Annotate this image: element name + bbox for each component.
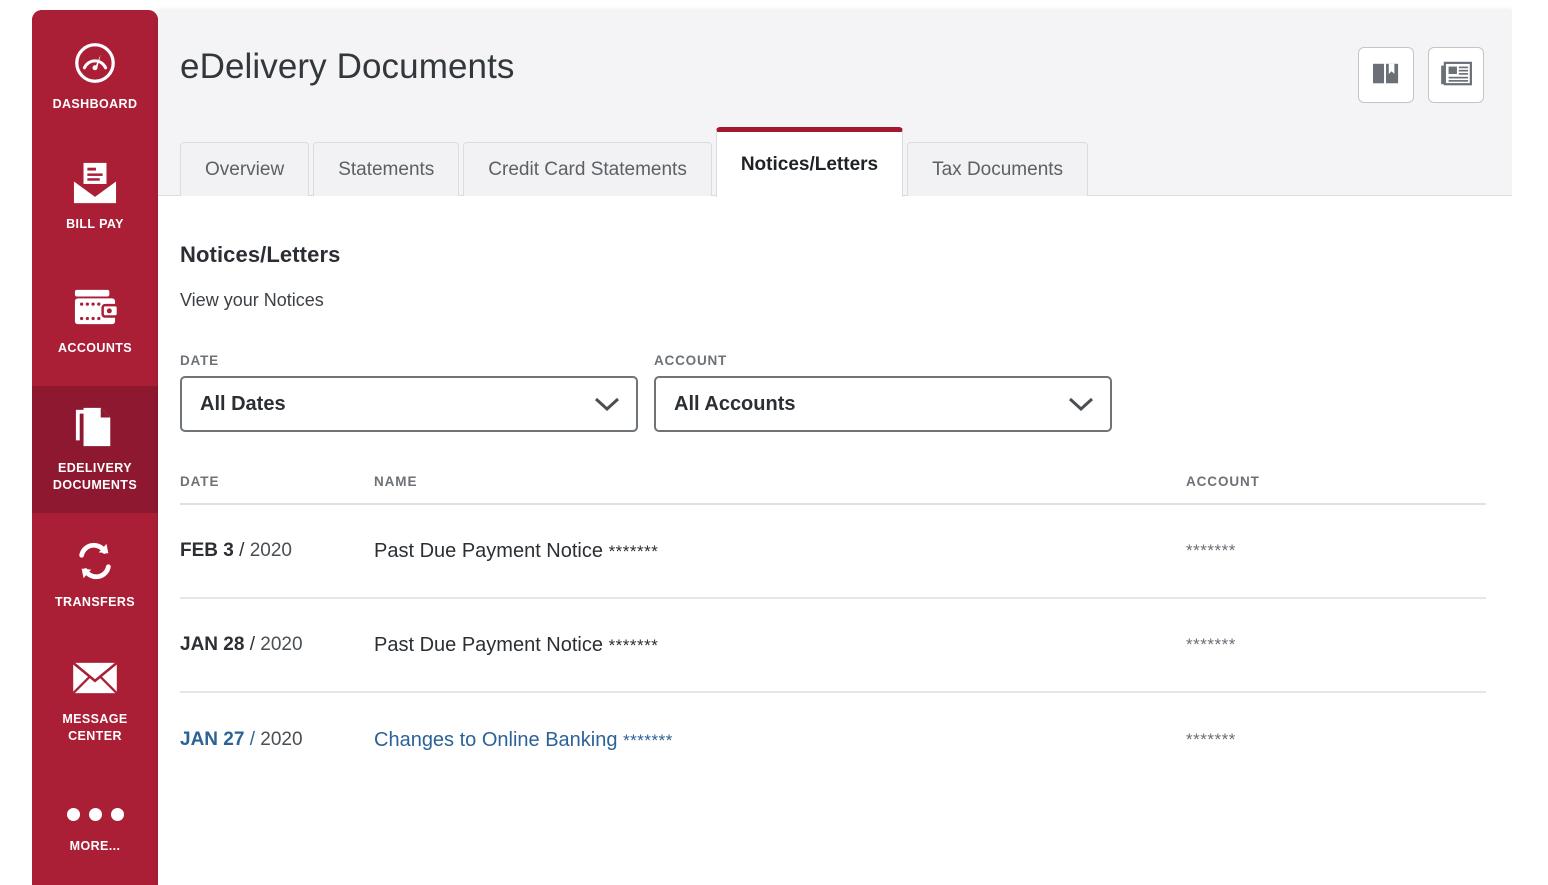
date-filter-value: All Dates xyxy=(200,392,286,415)
sidebar-item-bill-pay[interactable]: BILL PAY xyxy=(32,137,158,257)
content-body: Notices/Letters View your Notices DATE A… xyxy=(158,242,1512,885)
speedometer-icon xyxy=(72,40,118,86)
filter-bar: DATE All Dates ACCOUNT All Accounts xyxy=(180,353,1490,432)
bill-envelope-icon xyxy=(70,160,120,206)
sidebar-item-label: DASHBOARD xyxy=(52,97,138,111)
section-title: Notices/Letters xyxy=(180,242,341,267)
sidebar-item-label: EDELIVERY DOCUMENTS xyxy=(52,460,138,492)
sidebar-item-label: BILL PAY xyxy=(66,216,124,231)
row-name[interactable]: Past Due Payment Notice ******* xyxy=(374,634,1186,657)
row-date-year: 2020 xyxy=(260,634,303,655)
row-date-main: FEB 3 xyxy=(180,540,234,561)
page-title: eDelivery Documents xyxy=(180,47,515,86)
date-filter-select[interactable]: All Dates xyxy=(180,376,638,432)
sidebar-item-message-center[interactable]: MESSAGE CENTER xyxy=(32,638,158,763)
column-header-name: NAME xyxy=(374,474,418,489)
app-root: DASHBOARD BILL PAY ACCOUNTS EDELIVERY DO… xyxy=(0,0,1548,885)
tab-tax-documents[interactable]: Tax Documents xyxy=(907,142,1089,196)
column-header-account: ACCOUNT xyxy=(1186,474,1260,489)
documents-table: DATE NAME ACCOUNT FEB 3 / 2020 Past Due … xyxy=(180,474,1486,787)
transfer-arrows-icon xyxy=(72,538,118,584)
sidebar-item-label: MESSAGE CENTER xyxy=(62,711,128,743)
sidebar-item-label: MORE... xyxy=(69,838,121,853)
chevron-down-icon xyxy=(594,396,620,412)
sidebar-item-accounts[interactable]: ACCOUNTS xyxy=(32,257,158,386)
tab-overview[interactable]: Overview xyxy=(180,142,310,196)
row-date-main: JAN 28 xyxy=(180,634,245,655)
row-date[interactable]: JAN 27 / 2020 xyxy=(180,729,374,751)
row-date-sep: / xyxy=(233,540,250,561)
tab-notices-letters[interactable]: Notices/Letters xyxy=(715,127,904,197)
three-dots-icon xyxy=(66,792,124,838)
row-name-masked: ******* xyxy=(608,635,659,655)
primary-sidebar: DASHBOARD BILL PAY ACCOUNTS EDELIVERY DO… xyxy=(32,10,158,885)
bookmark-book-button[interactable] xyxy=(1358,47,1414,103)
date-filter-label: DATE xyxy=(180,353,219,368)
bookmark-book-icon xyxy=(1371,61,1401,90)
header-actions xyxy=(1358,47,1484,103)
row-name-text: Changes to Online Banking xyxy=(374,728,618,751)
sidebar-item-dashboard[interactable]: DASHBOARD xyxy=(32,10,158,137)
account-filter-value: All Accounts xyxy=(674,392,796,415)
sidebar-item-transfers[interactable]: TRANSFERS xyxy=(32,513,158,638)
sidebar-item-edelivery-documents[interactable]: EDELIVERY DOCUMENTS xyxy=(32,386,158,513)
section-subtitle: View your Notices xyxy=(180,290,324,310)
row-name[interactable]: Past Due Payment Notice ******* xyxy=(374,540,1186,563)
sidebar-item-label: TRANSFERS xyxy=(55,595,135,609)
row-account: ******* xyxy=(1186,541,1236,560)
row-date: FEB 3 / 2020 xyxy=(180,540,374,562)
row-date-year: 2020 xyxy=(260,729,303,750)
row-date-year: 2020 xyxy=(249,540,292,561)
row-account: ******* xyxy=(1186,730,1236,749)
table-row[interactable]: JAN 27 / 2020 Changes to Online Banking … xyxy=(180,693,1486,787)
account-filter-group: ACCOUNT All Accounts xyxy=(654,353,1112,432)
table-row[interactable]: JAN 28 / 2020 Past Due Payment Notice **… xyxy=(180,599,1486,693)
column-header-date: DATE xyxy=(180,474,220,489)
content-header: eDelivery Documents Overview Statements … xyxy=(158,10,1512,197)
row-date-sep: / xyxy=(244,729,261,750)
account-filter-label: ACCOUNT xyxy=(654,353,728,368)
table-row[interactable]: FEB 3 / 2020 Past Due Payment Notice ***… xyxy=(180,505,1486,599)
account-filter-select[interactable]: All Accounts xyxy=(654,376,1112,432)
wallet-icon xyxy=(71,284,119,330)
tab-statements[interactable]: Statements xyxy=(313,142,460,196)
date-filter-group: DATE All Dates xyxy=(180,353,638,432)
main-content-card: eDelivery Documents Overview Statements … xyxy=(158,10,1512,885)
row-name-masked: ******* xyxy=(623,730,673,750)
page-right-margin xyxy=(1512,0,1548,885)
envelope-icon xyxy=(71,655,119,701)
row-name-masked: ******* xyxy=(608,541,659,561)
row-date-main: JAN 27 xyxy=(180,729,245,750)
row-name-text: Past Due Payment Notice xyxy=(374,539,603,562)
table-header-row: DATE NAME ACCOUNT xyxy=(180,474,1486,505)
row-date-sep: / xyxy=(244,634,261,655)
row-account: ******* xyxy=(1186,635,1236,654)
document-tabs: Overview Statements Credit Card Statemen… xyxy=(180,127,1092,197)
row-date: JAN 28 / 2020 xyxy=(180,634,374,656)
row-name-text: Past Due Payment Notice xyxy=(374,633,603,656)
sidebar-item-more[interactable]: MORE... xyxy=(32,763,158,885)
sidebar-item-label: ACCOUNTS xyxy=(57,341,133,355)
chevron-down-icon xyxy=(1068,396,1094,412)
newspaper-icon xyxy=(1440,61,1472,90)
newspaper-button[interactable] xyxy=(1428,47,1484,103)
documents-icon xyxy=(74,404,116,450)
tab-credit-card-statements[interactable]: Credit Card Statements xyxy=(463,142,712,196)
row-name[interactable]: Changes to Online Banking ******* xyxy=(374,729,1186,752)
